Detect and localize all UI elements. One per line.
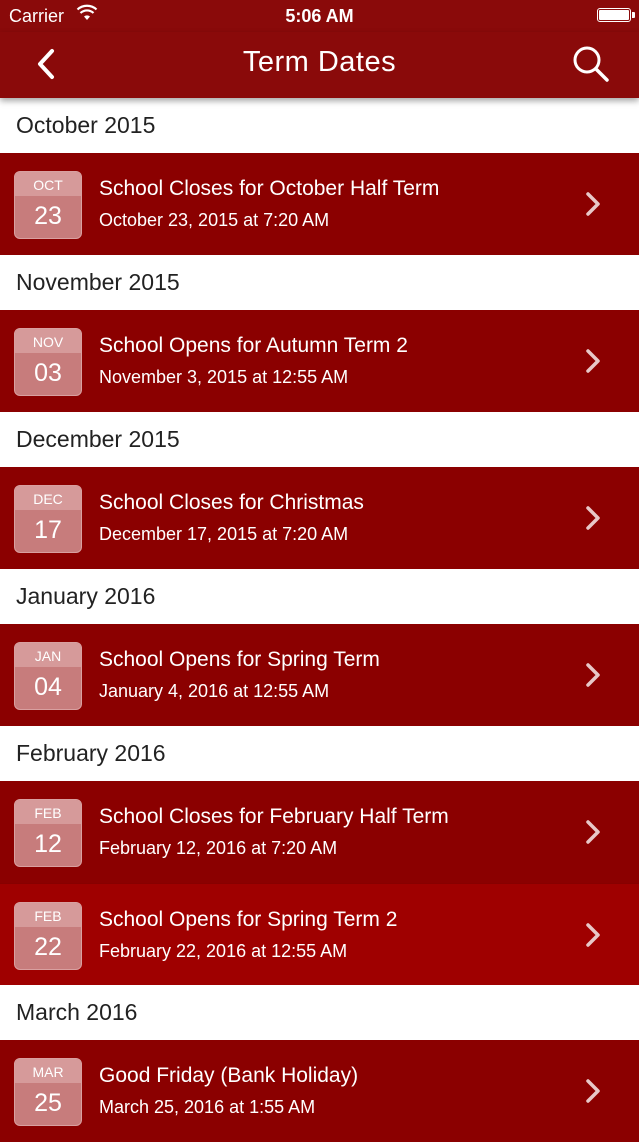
calendar-day: 22 (34, 933, 62, 961)
event-title: School Opens for Spring Term (99, 648, 380, 671)
calendar-date-icon: FEB 12 (14, 799, 82, 867)
chevron-right-icon (585, 662, 601, 688)
event-title: Good Friday (Bank Holiday) (99, 1064, 359, 1087)
search-icon[interactable] (571, 44, 611, 84)
event-date: March 25, 2016 at 1:55 AM (99, 1097, 316, 1117)
chevron-right-icon (585, 505, 601, 531)
calendar-month: FEB (15, 903, 81, 927)
battery-icon (597, 8, 635, 22)
event-row[interactable]: FEB 22 School Opens for Spring Term 2 Febru… (0, 883, 639, 985)
section-header: November 2015 (0, 255, 639, 310)
event-date: February 22, 2016 at 12:55 AM (99, 941, 348, 961)
calendar-date-icon: JAN 04 (14, 642, 82, 710)
event-row[interactable]: JAN 04 School Opens for Spring Term January… (0, 624, 639, 726)
event-row[interactable]: DEC 17 School Closes for Christmas December… (0, 467, 639, 569)
event-title: School Opens for Autumn Term 2 (99, 334, 408, 357)
section-header: March 2016 (0, 985, 639, 1040)
page-title: Term Dates (242, 46, 397, 78)
event-row[interactable]: OCT 23 School Closes for October Half Term… (0, 153, 639, 255)
chevron-right-icon (585, 922, 601, 948)
navigation-bar: Term Dates (0, 32, 639, 98)
calendar-date-icon: DEC 17 (14, 485, 82, 553)
section-header: February 2016 (0, 726, 639, 781)
calendar-day: 17 (34, 516, 62, 544)
calendar-date-icon: OCT 23 (14, 171, 82, 239)
status-time: 5:06 AM (285, 6, 354, 26)
status-bar: Carrier 5:06 AM (0, 0, 639, 32)
calendar-date-icon: MAR 25 (14, 1058, 82, 1126)
calendar-date-icon: FEB 22 (14, 902, 82, 970)
calendar-day: 04 (34, 673, 62, 701)
calendar-month: JAN (15, 643, 81, 667)
chevron-right-icon (585, 348, 601, 374)
event-date: October 23, 2015 at 7:20 AM (99, 210, 330, 230)
event-title: School Closes for February Half Term (99, 805, 449, 828)
calendar-date-icon: NOV 03 (14, 328, 82, 396)
calendar-day: 03 (34, 359, 62, 387)
chevron-right-icon (585, 1078, 601, 1104)
section-header: December 2015 (0, 412, 639, 467)
section-header: October 2015 (0, 98, 639, 153)
term-dates-list: October 2015 OCT 23 School Closes for Octob… (0, 98, 639, 1142)
calendar-month: NOV (15, 329, 81, 353)
calendar-month: DEC (15, 486, 81, 510)
event-title: School Closes for October Half Term (99, 177, 440, 200)
calendar-day: 12 (34, 830, 62, 858)
event-date: January 4, 2016 at 12:55 AM (99, 681, 330, 701)
event-row[interactable]: MAR 25 Good Friday (Bank Holiday) March 25,… (0, 1040, 639, 1142)
event-date: November 3, 2015 at 12:55 AM (99, 367, 349, 387)
calendar-month: MAR (15, 1059, 81, 1083)
chevron-right-icon (585, 191, 601, 217)
event-row[interactable]: FEB 12 School Closes for February Half Ter… (0, 781, 639, 883)
calendar-day: 23 (34, 202, 62, 230)
calendar-day: 25 (34, 1089, 62, 1117)
event-title: School Opens for Spring Term 2 (99, 908, 398, 931)
calendar-month: FEB (15, 800, 81, 824)
event-title: School Closes for Christmas (99, 491, 364, 514)
chevron-right-icon (585, 819, 601, 845)
event-date: December 17, 2015 at 7:20 AM (99, 524, 349, 544)
section-header: January 2016 (0, 569, 639, 624)
event-row[interactable]: NOV 03 School Opens for Autumn Term 2 Novem… (0, 310, 639, 412)
calendar-month: OCT (15, 172, 81, 196)
event-date: February 12, 2016 at 7:20 AM (99, 838, 338, 858)
